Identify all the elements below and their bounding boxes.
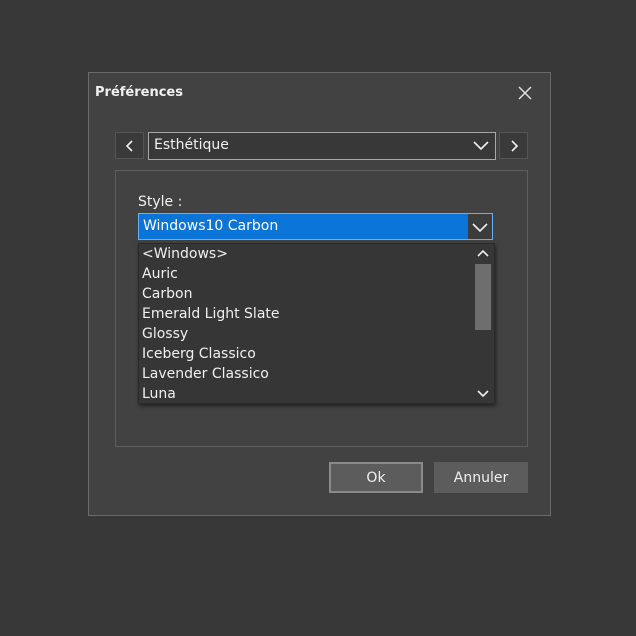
previous-page-button[interactable] bbox=[115, 132, 144, 159]
chevron-left-icon bbox=[125, 139, 133, 152]
page-select[interactable]: Esthétique bbox=[148, 132, 496, 160]
chevron-down-icon bbox=[473, 139, 489, 155]
scroll-down-button[interactable] bbox=[472, 385, 494, 403]
list-item[interactable]: Iceberg Classico bbox=[139, 344, 471, 364]
chevron-down-icon[interactable] bbox=[468, 214, 492, 239]
list-item[interactable]: Luna bbox=[139, 384, 471, 404]
style-combobox[interactable]: Windows10 Carbon bbox=[138, 213, 493, 240]
cancel-button[interactable]: Annuler bbox=[434, 462, 528, 493]
title-bar: Préférences bbox=[89, 73, 550, 112]
style-combobox-value: Windows10 Carbon bbox=[143, 218, 279, 234]
scroll-up-button[interactable] bbox=[472, 244, 494, 262]
page-select-value: Esthétique bbox=[154, 137, 229, 153]
style-dropdown-list[interactable]: <Windows> Auric Carbon Emerald Light Sla… bbox=[138, 243, 495, 404]
chevron-up-icon bbox=[477, 249, 489, 257]
close-icon bbox=[518, 86, 532, 100]
list-item[interactable]: Lavender Classico bbox=[139, 364, 471, 384]
ok-button[interactable]: Ok bbox=[329, 462, 423, 493]
list-item[interactable]: Auric bbox=[139, 264, 471, 284]
list-item[interactable]: Carbon bbox=[139, 284, 471, 304]
list-item[interactable]: Emerald Light Slate bbox=[139, 304, 471, 324]
preferences-dialog: Préférences Esthétique Style : Windows10… bbox=[88, 72, 551, 516]
scrollbar-thumb[interactable] bbox=[475, 264, 491, 330]
dialog-title: Préférences bbox=[95, 85, 183, 100]
close-button[interactable] bbox=[514, 82, 536, 104]
list-item[interactable]: Glossy bbox=[139, 324, 471, 344]
chevron-down-icon bbox=[477, 390, 489, 398]
list-item[interactable]: <Windows> bbox=[139, 244, 471, 264]
style-label: Style : bbox=[138, 194, 183, 210]
next-page-button[interactable] bbox=[499, 132, 528, 159]
chevron-right-icon bbox=[510, 139, 518, 152]
dropdown-scrollbar[interactable] bbox=[472, 244, 494, 403]
